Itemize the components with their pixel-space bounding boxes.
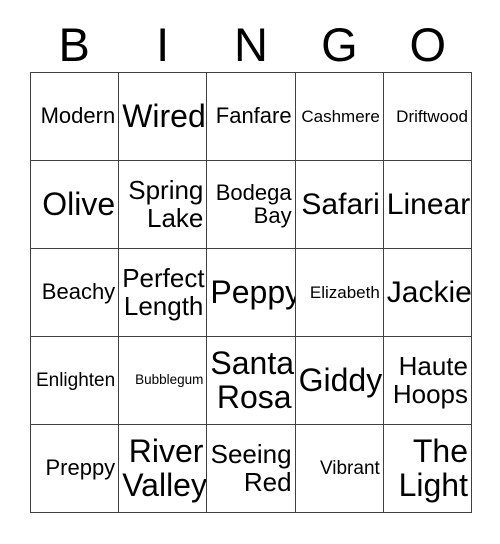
bingo-cell[interactable]: Preppy: [31, 425, 120, 513]
bingo-header-letter-g: G: [295, 16, 383, 72]
bingo-cell-label: Modern: [40, 103, 116, 129]
bingo-cell[interactable]: Haute Hoops: [383, 337, 472, 425]
bingo-cell-label: Linear: [386, 187, 471, 221]
header-letter-label: G: [321, 17, 358, 71]
bingo-header-letter-o: O: [384, 16, 472, 72]
bingo-cell-label: Vibrant: [319, 457, 380, 479]
bingo-cell-label: The Light: [398, 433, 468, 503]
bingo-header-row: B I N G O: [30, 16, 472, 72]
bingo-cell-label: Peppy: [210, 273, 296, 310]
bingo-cell[interactable]: The Light: [383, 425, 472, 513]
bingo-cell-label: Safari: [301, 187, 380, 221]
bingo-cell-label: Haute Hoops: [392, 351, 468, 409]
header-letter-label: O: [409, 17, 447, 71]
bingo-cell-label: Beachy: [41, 279, 116, 305]
bingo-cell-label: Preppy: [45, 455, 116, 481]
bingo-grid: Modern Wired Fanfare Cashmere Driftwood …: [30, 72, 472, 513]
bingo-cell-label: Bodega Bay: [215, 179, 292, 228]
header-letter-label: B: [58, 17, 90, 71]
bingo-cell[interactable]: Bubblegum: [119, 337, 208, 425]
bingo-cell[interactable]: Seeing Red: [207, 425, 296, 513]
header-letter-label: I: [156, 17, 170, 71]
bingo-cell-label: Driftwood: [396, 106, 468, 126]
bingo-cell-label: Perfect Length: [122, 263, 205, 321]
bingo-cell-label: Enlighten: [35, 369, 116, 391]
bingo-cell-label: Cashmere: [301, 106, 380, 126]
bingo-cell[interactable]: Spring Lake: [119, 161, 208, 249]
header-letter-label: N: [234, 17, 268, 71]
bingo-cell[interactable]: Vibrant: [295, 425, 384, 513]
bingo-cell[interactable]: Elizabeth: [295, 249, 384, 337]
bingo-cell-label: Olive: [42, 185, 116, 222]
bingo-cell[interactable]: Jackie: [383, 249, 472, 337]
bingo-cell[interactable]: Perfect Length: [119, 249, 208, 337]
bingo-cell[interactable]: Giddy: [295, 337, 384, 425]
bingo-header-letter-b: B: [30, 16, 118, 72]
bingo-cell-label: Bubblegum: [135, 372, 204, 388]
bingo-cell[interactable]: Wired: [119, 73, 208, 161]
bingo-cell-label: Santa Rosa: [210, 345, 295, 415]
bingo-cell-label: Giddy: [298, 361, 383, 398]
bingo-cell[interactable]: Olive: [31, 161, 120, 249]
bingo-cell[interactable]: Driftwood: [383, 73, 472, 161]
bingo-cell[interactable]: Modern: [31, 73, 120, 161]
bingo-cell-label: Elizabeth: [309, 282, 380, 302]
bingo-cell-label: Seeing Red: [210, 439, 292, 497]
bingo-cell[interactable]: Peppy: [207, 249, 296, 337]
bingo-cell-label: Wired: [122, 97, 206, 134]
bingo-cell[interactable]: Linear: [383, 161, 472, 249]
bingo-cell[interactable]: Enlighten: [31, 337, 120, 425]
bingo-card: B I N G O Modern Wired Fanfare Cashmere: [0, 0, 500, 544]
bingo-cell[interactable]: Bodega Bay: [207, 161, 296, 249]
bingo-cell[interactable]: Cashmere: [295, 73, 384, 161]
bingo-header-letter-n: N: [207, 16, 295, 72]
bingo-cell[interactable]: Santa Rosa: [207, 337, 296, 425]
bingo-cell[interactable]: River Valley: [119, 425, 208, 513]
bingo-cell[interactable]: Beachy: [31, 249, 120, 337]
bingo-cell-label: Spring Lake: [128, 175, 204, 233]
bingo-cell-label: Fanfare: [215, 103, 292, 129]
bingo-cell-label: River Valley: [122, 433, 207, 503]
bingo-header-letter-i: I: [118, 16, 206, 72]
bingo-cell[interactable]: Safari: [295, 161, 384, 249]
bingo-cell-label: Jackie: [386, 275, 472, 309]
bingo-cell[interactable]: Fanfare: [207, 73, 296, 161]
